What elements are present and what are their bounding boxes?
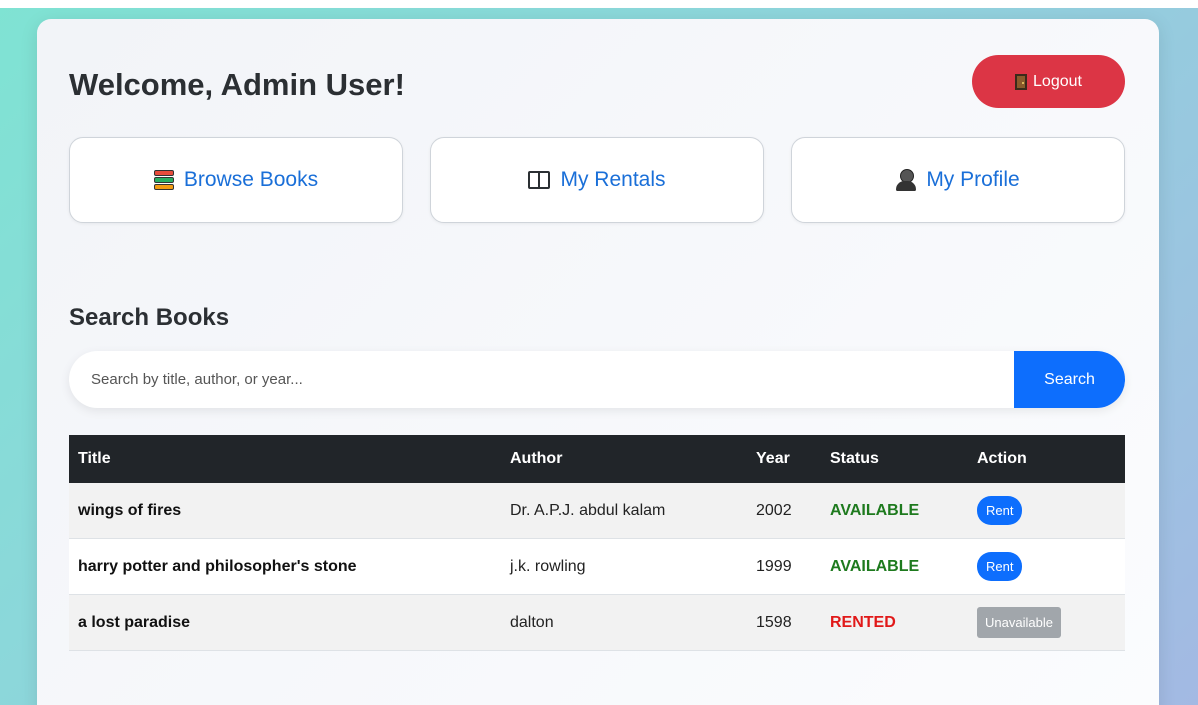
page-title: Welcome, Admin User! (69, 67, 405, 102)
action-cell: Unavailable (968, 607, 1125, 638)
status-badge: RENTED (830, 613, 896, 631)
book-author: j.k. rowling (510, 557, 586, 575)
books-table: Title Author Year Status Action wings of… (69, 435, 1125, 651)
logout-button[interactable]: Logout (972, 55, 1125, 108)
book-title: a lost paradise (78, 613, 191, 631)
book-year: 2002 (756, 501, 792, 519)
book-author: dalton (510, 613, 554, 631)
column-header-status: Status (830, 450, 879, 467)
table-row: a lost paradise dalton 1598 RENTED Unava… (69, 595, 1125, 651)
column-header-author: Author (510, 450, 563, 467)
table-row: wings of fires Dr. A.P.J. abdul kalam 20… (69, 483, 1125, 539)
book-title: harry potter and philosopher's stone (78, 557, 357, 575)
my-profile-label: My Profile (926, 168, 1020, 191)
book-year: 1999 (756, 557, 792, 575)
status-badge: AVAILABLE (830, 501, 920, 519)
search-button[interactable]: Search (1014, 351, 1125, 408)
top-strip (0, 0, 1198, 8)
person-icon (896, 169, 917, 191)
unavailable-button: Unavailable (977, 607, 1061, 638)
table-header: Title Author Year Status Action (69, 435, 1125, 483)
search-heading: Search Books (69, 304, 230, 331)
book-title: wings of fires (78, 501, 182, 519)
logout-label: Logout (1033, 72, 1082, 90)
action-cell: Rent (968, 552, 1125, 581)
search-input[interactable] (69, 351, 1014, 408)
books-icon (153, 170, 174, 190)
my-rentals-button[interactable]: My Rentals (430, 137, 764, 223)
book-author: Dr. A.P.J. abdul kalam (510, 501, 666, 519)
rent-button[interactable]: Rent (977, 552, 1023, 581)
browse-books-button[interactable]: Browse Books (69, 137, 403, 223)
my-rentals-label: My Rentals (560, 168, 666, 191)
my-profile-button[interactable]: My Profile (791, 137, 1125, 223)
column-header-title: Title (78, 450, 111, 467)
rent-button[interactable]: Rent (977, 496, 1023, 525)
main-card: Welcome, Admin User! Logout Browse Books… (37, 19, 1159, 705)
table-row: harry potter and philosopher's stone j.k… (69, 539, 1125, 595)
action-cell: Rent (968, 496, 1125, 525)
search-bar: Search (69, 351, 1125, 408)
status-badge: AVAILABLE (830, 557, 920, 575)
door-icon (1015, 73, 1028, 90)
column-header-year: Year (756, 450, 790, 467)
open-book-icon (528, 171, 551, 189)
column-header-action: Action (977, 450, 1027, 467)
book-year: 1598 (756, 613, 792, 631)
browse-books-label: Browse Books (183, 168, 319, 191)
